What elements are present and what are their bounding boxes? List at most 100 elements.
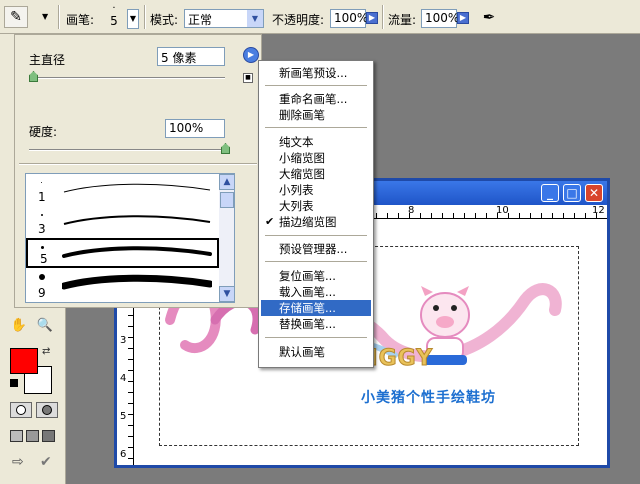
panel-divider <box>19 163 257 165</box>
menu-item-replace-brushes[interactable]: 替换画笔... <box>261 316 371 332</box>
default-colors-icon[interactable] <box>10 379 18 387</box>
brush-size-value: 5 <box>110 14 118 28</box>
menu-item-label: 存储画笔... <box>279 301 336 315</box>
tool-preset-chevron-down-icon[interactable]: ▼ <box>42 12 48 21</box>
brush-tip-dot-icon <box>41 246 44 249</box>
menu-item-rename-brush[interactable]: 重命名画笔... <box>261 91 371 107</box>
screen-mode-full-icon[interactable] <box>42 430 55 442</box>
mode-chevron-down-icon[interactable]: ▼ <box>247 10 263 27</box>
menu-item-new-brush-preset[interactable]: 新画笔预设... <box>261 65 371 81</box>
hardness-input[interactable]: 100% <box>165 119 225 138</box>
menu-item-label: 描边缩览图 <box>279 215 337 229</box>
swap-colors-icon[interactable]: ⇄ <box>42 346 50 357</box>
airbrush-icon[interactable]: ✒ <box>478 7 500 27</box>
mode-select-value: 正常 <box>188 13 213 27</box>
ruler-v-label: 6 <box>120 449 127 460</box>
menu-item-label: 新画笔预设... <box>279 66 348 80</box>
brush-stroke-preview <box>62 246 212 258</box>
brush-stroke-preview <box>63 183 211 193</box>
diameter-label: 主直径 <box>29 53 66 67</box>
diameter-slider-thumb[interactable] <box>29 71 38 82</box>
flow-input[interactable]: 100% <box>421 9 460 28</box>
menu-item-label: 大列表 <box>279 199 314 213</box>
resize-grip-icon[interactable]: ■ <box>243 73 253 83</box>
quick-mask-button[interactable] <box>36 402 58 418</box>
brush-panel-menu: 新画笔预设... 重命名画笔... 删除画笔 纯文本 小缩览图 大缩览图 小列表… <box>258 60 374 368</box>
options-bar: ✎ ▼ 画笔: · 5 ▼ 模式: 正常 ▼ 不透明度: 100% ▶ 流量: … <box>0 0 640 34</box>
standard-mode-button[interactable] <box>10 402 32 418</box>
menu-item-default-brushes[interactable]: 默认画笔 <box>261 344 371 360</box>
ruler-v-label: 3 <box>120 335 127 346</box>
opacity-slider-arrow-icon[interactable]: ▶ <box>366 12 378 24</box>
ruler-v-label: 4 <box>120 373 127 384</box>
panel-menu-arrow-button[interactable]: ▶ <box>243 47 259 63</box>
diameter-input[interactable]: 5 像素 <box>157 47 225 66</box>
screen-mode-full-menu-icon[interactable] <box>26 430 39 442</box>
close-icon[interactable]: ✕ <box>585 184 603 202</box>
menu-item-label: 纯文本 <box>279 135 314 149</box>
checkmark-icon: ✔ <box>265 215 275 228</box>
menu-item-label: 删除画笔 <box>279 108 325 122</box>
brush-stroke-preview <box>62 274 212 290</box>
menu-separator <box>265 337 367 338</box>
menu-item-small-list[interactable]: 小列表 <box>261 182 371 198</box>
brush-tip-dot-icon <box>41 182 42 183</box>
menu-item-label: 预设管理器... <box>279 242 348 256</box>
menu-item-preset-manager[interactable]: 预设管理器... <box>261 241 371 257</box>
standard-mode-icon <box>16 405 26 415</box>
opacity-label: 不透明度: <box>272 13 325 27</box>
opacity-input[interactable]: 100% <box>330 9 368 28</box>
minimize-icon[interactable]: _ <box>541 184 559 202</box>
hand-tool-icon[interactable]: ✋ <box>10 318 28 334</box>
brush-preview-dot-icon: · <box>112 3 116 14</box>
menu-item-text-only[interactable]: 纯文本 <box>261 134 371 150</box>
brush-picker-button[interactable]: ▼ <box>127 9 139 29</box>
menu-item-reset-brushes[interactable]: 复位画笔... <box>261 268 371 284</box>
brush-list-scrollbar[interactable]: ▲ ▼ <box>219 174 234 302</box>
brush-preset-item-selected[interactable]: 5 <box>26 238 219 268</box>
mode-label: 模式: <box>150 13 179 27</box>
hardness-slider-thumb[interactable] <box>221 143 230 154</box>
flow-value: 100% <box>425 11 460 25</box>
mode-select[interactable]: 正常 ▼ <box>184 9 264 28</box>
hardness-label: 硬度: <box>29 125 58 139</box>
menu-item-stroke-thumbnail[interactable]: ✔ 描边缩览图 <box>261 214 371 230</box>
brush-tool-preset-icon[interactable]: ✎ <box>4 6 28 28</box>
menu-item-label: 小缩览图 <box>279 151 325 165</box>
brush-tip-dot-icon <box>39 274 45 280</box>
hardness-slider-track[interactable] <box>29 149 225 151</box>
checkmark-tool-icon[interactable]: ✔ <box>40 454 52 470</box>
jump-to-imageready-icon[interactable]: ⇨ <box>12 454 24 470</box>
foreground-color-swatch[interactable] <box>10 348 38 374</box>
brush-preset-list[interactable]: 1 3 5 9 ▲ ▼ <box>25 173 235 303</box>
menu-item-load-brushes[interactable]: 载入画笔... <box>261 284 371 300</box>
flow-label: 流量: <box>388 13 417 27</box>
flow-slider-arrow-icon[interactable]: ▶ <box>457 12 469 24</box>
menu-item-label: 替换画笔... <box>279 317 336 331</box>
scrollbar-thumb[interactable] <box>220 192 234 208</box>
brush-tip-dot-icon <box>41 214 43 216</box>
menu-item-delete-brush[interactable]: 删除画笔 <box>261 107 371 123</box>
brush-size-label: 3 <box>38 222 46 236</box>
brush-preset-item[interactable]: 3 <box>26 206 219 236</box>
brush-preset-item[interactable]: 9 <box>26 270 219 300</box>
brush-preview[interactable]: · 5 <box>104 4 124 30</box>
scroll-up-icon[interactable]: ▲ <box>219 174 234 190</box>
brush-size-label: 9 <box>38 286 46 300</box>
screen-mode-standard-icon[interactable] <box>10 430 23 442</box>
menu-item-label: 复位画笔... <box>279 269 336 283</box>
zoom-tool-icon[interactable]: 🔍 <box>36 318 54 334</box>
menu-separator <box>265 127 367 128</box>
menu-item-label: 大缩览图 <box>279 167 325 181</box>
scroll-down-icon[interactable]: ▼ <box>219 286 234 302</box>
brush-preset-item[interactable]: 1 <box>26 174 219 204</box>
maximize-icon[interactable]: □ <box>563 184 581 202</box>
brush-picker-panel: 主直径 5 像素 ▶ ■ 硬度: 100% 1 3 5 9 ▲ ▼ <box>14 34 262 308</box>
menu-item-small-thumbnail[interactable]: 小缩览图 <box>261 150 371 166</box>
menu-item-label: 小列表 <box>279 183 314 197</box>
menu-item-save-brushes[interactable]: 存储画笔... <box>261 300 371 316</box>
menu-item-large-list[interactable]: 大列表 <box>261 198 371 214</box>
menu-item-label: 重命名画笔... <box>279 92 348 106</box>
menu-item-large-thumbnail[interactable]: 大缩览图 <box>261 166 371 182</box>
diameter-slider-track[interactable] <box>29 77 225 79</box>
